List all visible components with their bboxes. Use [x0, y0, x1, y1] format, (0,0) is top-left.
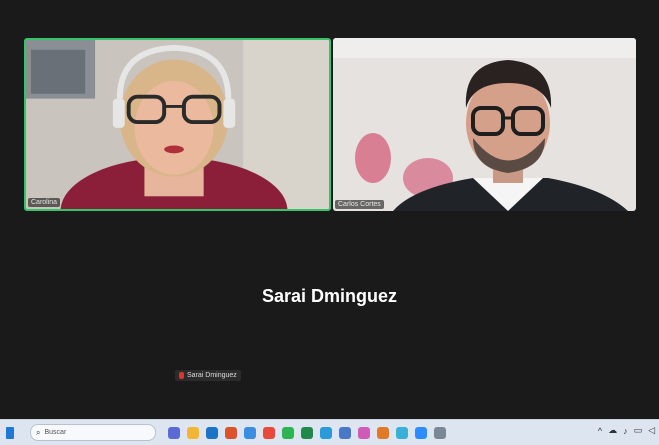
- windows-taskbar: ⌕ Buscar ^ ☁ ♪ ▭ ◁: [0, 419, 659, 445]
- video-tile-carolina[interactable]: Carolina: [24, 38, 331, 211]
- speaker-icon[interactable]: ◁: [648, 425, 655, 436]
- chat-icon[interactable]: [396, 426, 408, 439]
- chevron-up-icon[interactable]: ^: [598, 426, 602, 436]
- taskbar-apps: [168, 426, 446, 439]
- store-icon[interactable]: [339, 426, 351, 439]
- meeting-window: Carolina Carlos Cortes Sarai Dminguez Sa…: [0, 0, 659, 419]
- search-icon: ⌕: [36, 427, 41, 437]
- settings-icon[interactable]: [434, 426, 446, 439]
- video-feed-carolina: [26, 40, 329, 209]
- system-tray: ^ ☁ ♪ ▭ ◁: [598, 425, 655, 436]
- participant-name-label: Carolina: [28, 198, 61, 207]
- file-explorer-icon[interactable]: [187, 426, 199, 439]
- photos-icon[interactable]: [244, 426, 256, 439]
- paint-icon[interactable]: [377, 426, 389, 439]
- mic-icon[interactable]: ♪: [623, 426, 628, 436]
- cloud-icon[interactable]: ☁: [608, 425, 617, 436]
- teams-icon[interactable]: [168, 426, 180, 439]
- network-icon[interactable]: ▭: [634, 425, 643, 436]
- search-placeholder: Buscar: [44, 429, 67, 436]
- participant-name-tag: Sarai Dminguez: [175, 370, 241, 381]
- participant-name-label: Sarai Dminguez: [187, 372, 237, 379]
- copilot-icon[interactable]: [358, 426, 370, 439]
- chrome-icon[interactable]: [263, 426, 275, 439]
- mail-icon[interactable]: [206, 426, 218, 439]
- zoom-icon[interactable]: [415, 426, 427, 439]
- office-icon[interactable]: [225, 426, 237, 439]
- edge-icon[interactable]: [320, 426, 332, 439]
- taskbar-search-box[interactable]: ⌕ Buscar: [30, 424, 156, 441]
- excel-icon[interactable]: [301, 426, 313, 439]
- mic-muted-icon: [179, 372, 184, 379]
- active-participant-name: Sarai Dminguez: [261, 286, 398, 306]
- participant-name-label: Carlos Cortes: [335, 200, 384, 209]
- windows-start-icon[interactable]: [6, 426, 14, 439]
- video-feed-carlos: [333, 38, 636, 211]
- whatsapp-icon[interactable]: [282, 426, 294, 439]
- video-tile-carlos[interactable]: Carlos Cortes: [333, 38, 636, 211]
